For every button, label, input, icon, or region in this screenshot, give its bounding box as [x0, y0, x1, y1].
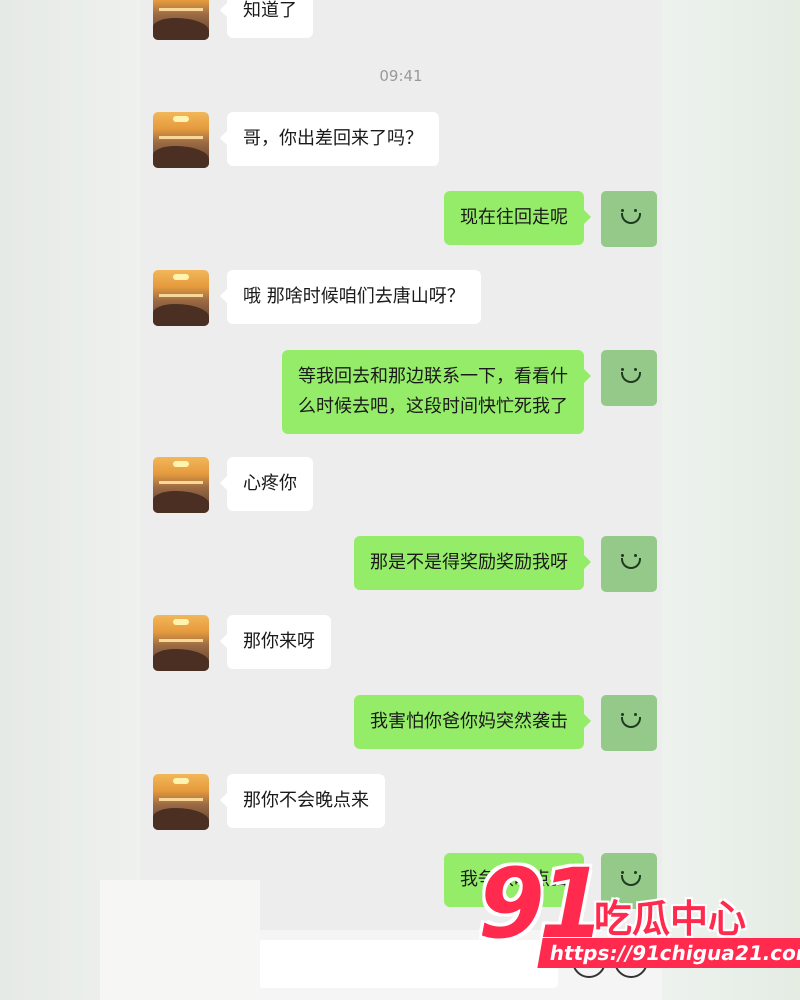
contact-avatar[interactable] — [153, 0, 209, 40]
incoming-message[interactable]: 那你来呀 — [220, 615, 331, 669]
incoming-message[interactable]: 心疼你 — [220, 457, 313, 511]
incoming-message[interactable]: 哦 那啥时候咱们去唐山呀？ — [220, 270, 481, 324]
smiley-icon — [621, 372, 641, 383]
watermark-logo: 91 吃瓜中心 https://91chigua21.com — [470, 848, 800, 978]
watermark-url: https://91chigua21.com — [537, 938, 800, 968]
contact-avatar[interactable] — [153, 457, 209, 513]
smiley-icon — [621, 213, 641, 224]
my-avatar[interactable] — [601, 350, 657, 406]
contact-avatar[interactable] — [153, 270, 209, 326]
outgoing-message[interactable]: 等我回去和那边联系一下，看看什 么时候去吧，这段时间快忙死我了 — [282, 350, 591, 434]
smiley-icon — [621, 717, 641, 728]
blurred-region — [100, 880, 260, 1000]
contact-avatar[interactable] — [153, 112, 209, 168]
outgoing-message[interactable]: 那是不是得奖励奖励我呀 — [354, 536, 591, 590]
watermark-brand: 吃瓜中心 — [594, 897, 747, 941]
my-avatar[interactable] — [601, 536, 657, 592]
incoming-message[interactable]: 知道了 — [220, 0, 313, 38]
contact-avatar[interactable] — [153, 615, 209, 671]
my-avatar[interactable] — [601, 191, 657, 247]
outgoing-message[interactable]: 现在往回走呢 — [444, 191, 591, 245]
outgoing-message[interactable]: 我害怕你爸你妈突然袭击 — [354, 695, 591, 749]
incoming-message[interactable]: 那你不会晚点来 — [220, 774, 385, 828]
message-timestamp: 09:41 — [379, 67, 423, 85]
contact-avatar[interactable] — [153, 774, 209, 830]
my-avatar[interactable] — [601, 695, 657, 751]
incoming-message[interactable]: 哥，你出差回来了吗？ — [220, 112, 439, 166]
smiley-icon — [621, 558, 641, 569]
